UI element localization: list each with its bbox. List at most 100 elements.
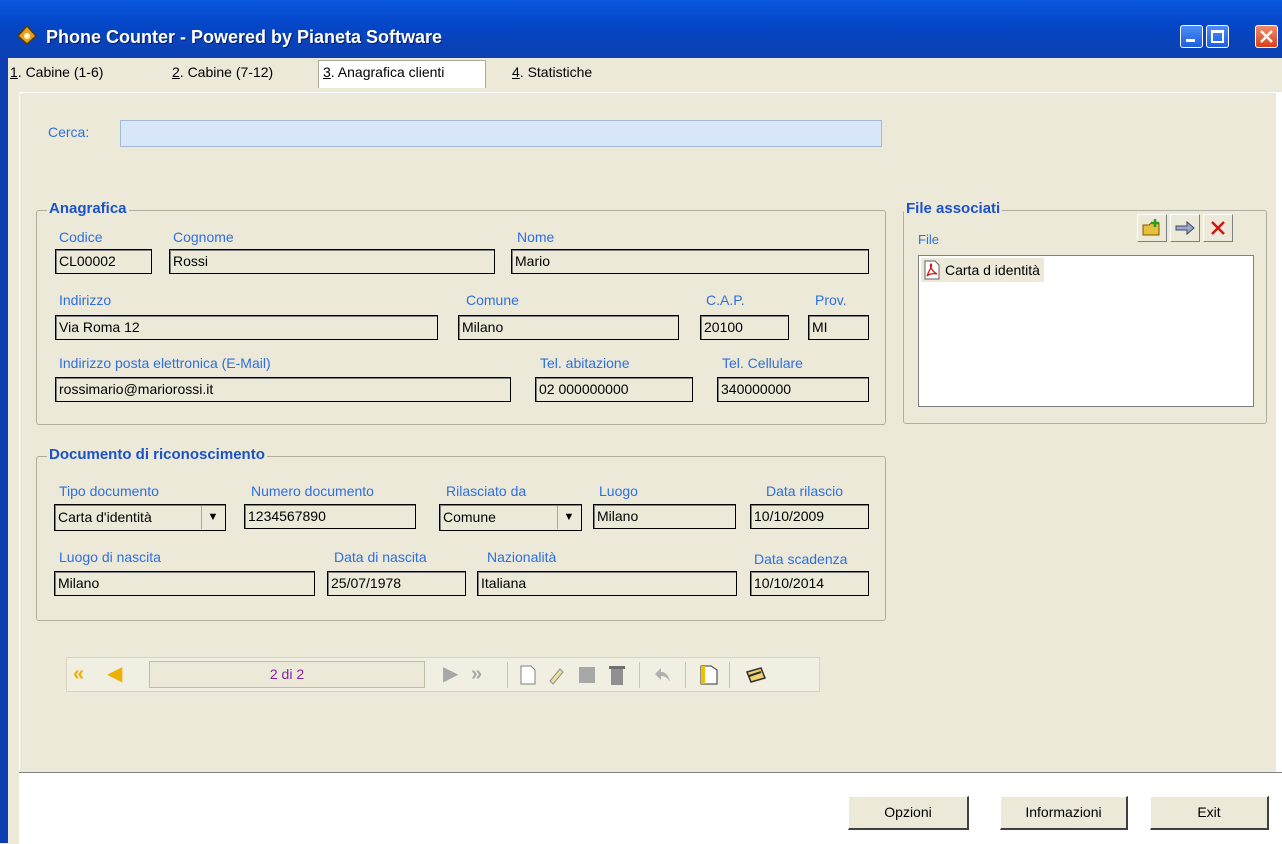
data-scadenza-field[interactable]: 10/10/2014 xyxy=(750,571,869,596)
minimize-button[interactable] xyxy=(1180,25,1203,48)
nazionalita-label: Nazionalità xyxy=(487,549,557,565)
data-nascita-label: Data di nascita xyxy=(334,549,427,565)
tipo-documento-value: Carta d'identità xyxy=(58,509,152,525)
tab-cabine-7-12[interactable]: 2. Cabine (7-12) xyxy=(172,64,273,80)
documento-group: Documento di riconoscimento xyxy=(36,446,886,621)
save-record-icon[interactable] xyxy=(577,665,597,685)
record-counter: 2 di 2 xyxy=(149,661,425,688)
numero-documento-field[interactable]: 1234567890 xyxy=(244,504,416,529)
undo-icon[interactable] xyxy=(653,666,673,684)
nazionalita-field[interactable]: Italiana xyxy=(477,571,737,596)
cap-field[interactable]: 20100 xyxy=(700,315,789,340)
edit-pencil-icon[interactable] xyxy=(547,665,567,685)
file-name: Carta d identità xyxy=(945,262,1040,278)
prov-label: Prov. xyxy=(815,292,847,308)
luogo-label: Luogo xyxy=(599,483,638,499)
title-bar[interactable]: Phone Counter - Powered by Pianeta Softw… xyxy=(0,0,1282,58)
data-rilascio-field[interactable]: 10/10/2009 xyxy=(750,504,869,529)
informazioni-button[interactable]: Informazioni xyxy=(1000,796,1128,830)
tab-key: 2 xyxy=(172,64,180,80)
list-item[interactable]: Carta d identità xyxy=(921,258,1044,282)
open-file-button[interactable] xyxy=(1170,214,1200,242)
maximize-button[interactable] xyxy=(1206,25,1229,48)
tab-cabine-1-6[interactable]: 1. Cabine (1-6) xyxy=(10,64,103,80)
exit-button[interactable]: Exit xyxy=(1150,796,1269,830)
file-column-label: File xyxy=(918,232,939,247)
tipo-documento-label: Tipo documento xyxy=(59,483,159,499)
arrow-open-icon xyxy=(1175,220,1195,236)
first-record-icon[interactable]: « xyxy=(73,663,84,685)
folder-add-icon xyxy=(1142,219,1160,236)
rilasciato-da-select[interactable]: Comune ▼ xyxy=(439,504,582,531)
next-record-icon[interactable]: ▶ xyxy=(443,663,458,685)
documento-title: Documento di riconoscimento xyxy=(47,446,267,463)
search-label: Cerca: xyxy=(48,124,90,140)
prov-field[interactable]: MI xyxy=(808,315,869,340)
codice-label: Codice xyxy=(59,229,103,245)
cap-label: C.A.P. xyxy=(706,292,745,308)
tab-key: 3 xyxy=(323,64,331,80)
opzioni-button[interactable]: Opzioni xyxy=(848,796,969,830)
comune-field[interactable]: Milano xyxy=(458,315,679,340)
delete-x-icon xyxy=(1211,221,1225,235)
data-nascita-field[interactable]: 25/07/1978 xyxy=(327,571,466,596)
email-field[interactable]: rossimario@mariorossi.it xyxy=(55,377,511,402)
tab-key: 4 xyxy=(512,64,520,80)
nome-field[interactable]: Mario xyxy=(511,249,869,274)
add-file-button[interactable] xyxy=(1137,214,1167,242)
delete-file-button[interactable] xyxy=(1203,214,1233,242)
close-button[interactable] xyxy=(1255,25,1278,48)
tel-abitazione-field[interactable]: 02 000000000 xyxy=(535,377,693,402)
data-scadenza-label: Data scadenza xyxy=(754,551,848,567)
luogo-nascita-field[interactable]: Milano xyxy=(54,571,315,596)
cognome-field[interactable]: Rossi xyxy=(169,249,495,274)
nome-label: Nome xyxy=(517,229,555,245)
bookmark-icon[interactable] xyxy=(697,664,721,686)
close-icon xyxy=(1260,30,1273,43)
data-rilascio-label: Data rilascio xyxy=(766,483,844,499)
search-input[interactable] xyxy=(120,120,882,147)
anagrafica-title: Anagrafica xyxy=(47,200,129,217)
record-navigator: « ◀ 2 di 2 ▶ » xyxy=(66,657,820,692)
tel-abitazione-label: Tel. abitazione xyxy=(540,355,630,371)
tab-anagrafica-clienti[interactable]: 3. Anagrafica clienti xyxy=(318,60,486,88)
app-window: Phone Counter - Powered by Pianeta Softw… xyxy=(0,0,1282,844)
chevron-down-icon[interactable]: ▼ xyxy=(201,506,224,529)
file-list[interactable]: Carta d identità xyxy=(918,255,1254,407)
window-border xyxy=(0,58,8,843)
indirizzo-label: Indirizzo xyxy=(59,292,112,308)
tab-label: . Anagrafica clienti xyxy=(330,64,445,80)
tab-label: . Statistiche xyxy=(519,64,593,80)
numero-documento-label: Numero documento xyxy=(251,483,374,499)
rilasciato-da-value: Comune xyxy=(443,509,496,525)
last-record-icon[interactable]: » xyxy=(471,663,482,685)
codice-field[interactable]: CL00002 xyxy=(55,249,152,274)
panel-edge xyxy=(1276,92,1282,772)
tab-key: 1 xyxy=(10,64,18,80)
prev-record-icon[interactable]: ◀ xyxy=(107,663,122,685)
luogo-field[interactable]: Milano xyxy=(593,504,736,529)
tipo-documento-select[interactable]: Carta d'identità ▼ xyxy=(54,504,226,531)
tel-cellulare-field[interactable]: 340000000 xyxy=(717,377,869,402)
email-label: Indirizzo posta elettronica (E-Mail) xyxy=(59,355,271,371)
window-frame xyxy=(8,58,19,843)
tab-statistiche[interactable]: 4. Statistiche xyxy=(512,64,592,80)
tab-label: . Cabine (1-6) xyxy=(17,64,104,80)
file-associati-title: File associati xyxy=(904,200,1003,217)
tel-cellulare-label: Tel. Cellulare xyxy=(722,355,803,371)
new-record-icon[interactable] xyxy=(519,665,537,685)
cognome-label: Cognome xyxy=(173,229,234,245)
window-title: Phone Counter - Powered by Pianeta Softw… xyxy=(46,27,443,47)
comune-label: Comune xyxy=(466,292,519,308)
print-icon[interactable] xyxy=(743,664,767,686)
luogo-nascita-label: Luogo di nascita xyxy=(59,549,161,565)
tab-bar: 1. Cabine (1-6) 2. Cabine (7-12) 3. Anag… xyxy=(8,58,1282,90)
separator xyxy=(685,662,686,688)
separator xyxy=(639,662,640,688)
pdf-file-icon xyxy=(924,260,940,280)
app-logo-icon xyxy=(16,24,38,46)
rilasciato-da-label: Rilasciato da xyxy=(446,483,527,499)
trash-icon[interactable] xyxy=(607,664,627,686)
indirizzo-field[interactable]: Via Roma 12 xyxy=(55,315,438,340)
chevron-down-icon[interactable]: ▼ xyxy=(557,506,580,529)
